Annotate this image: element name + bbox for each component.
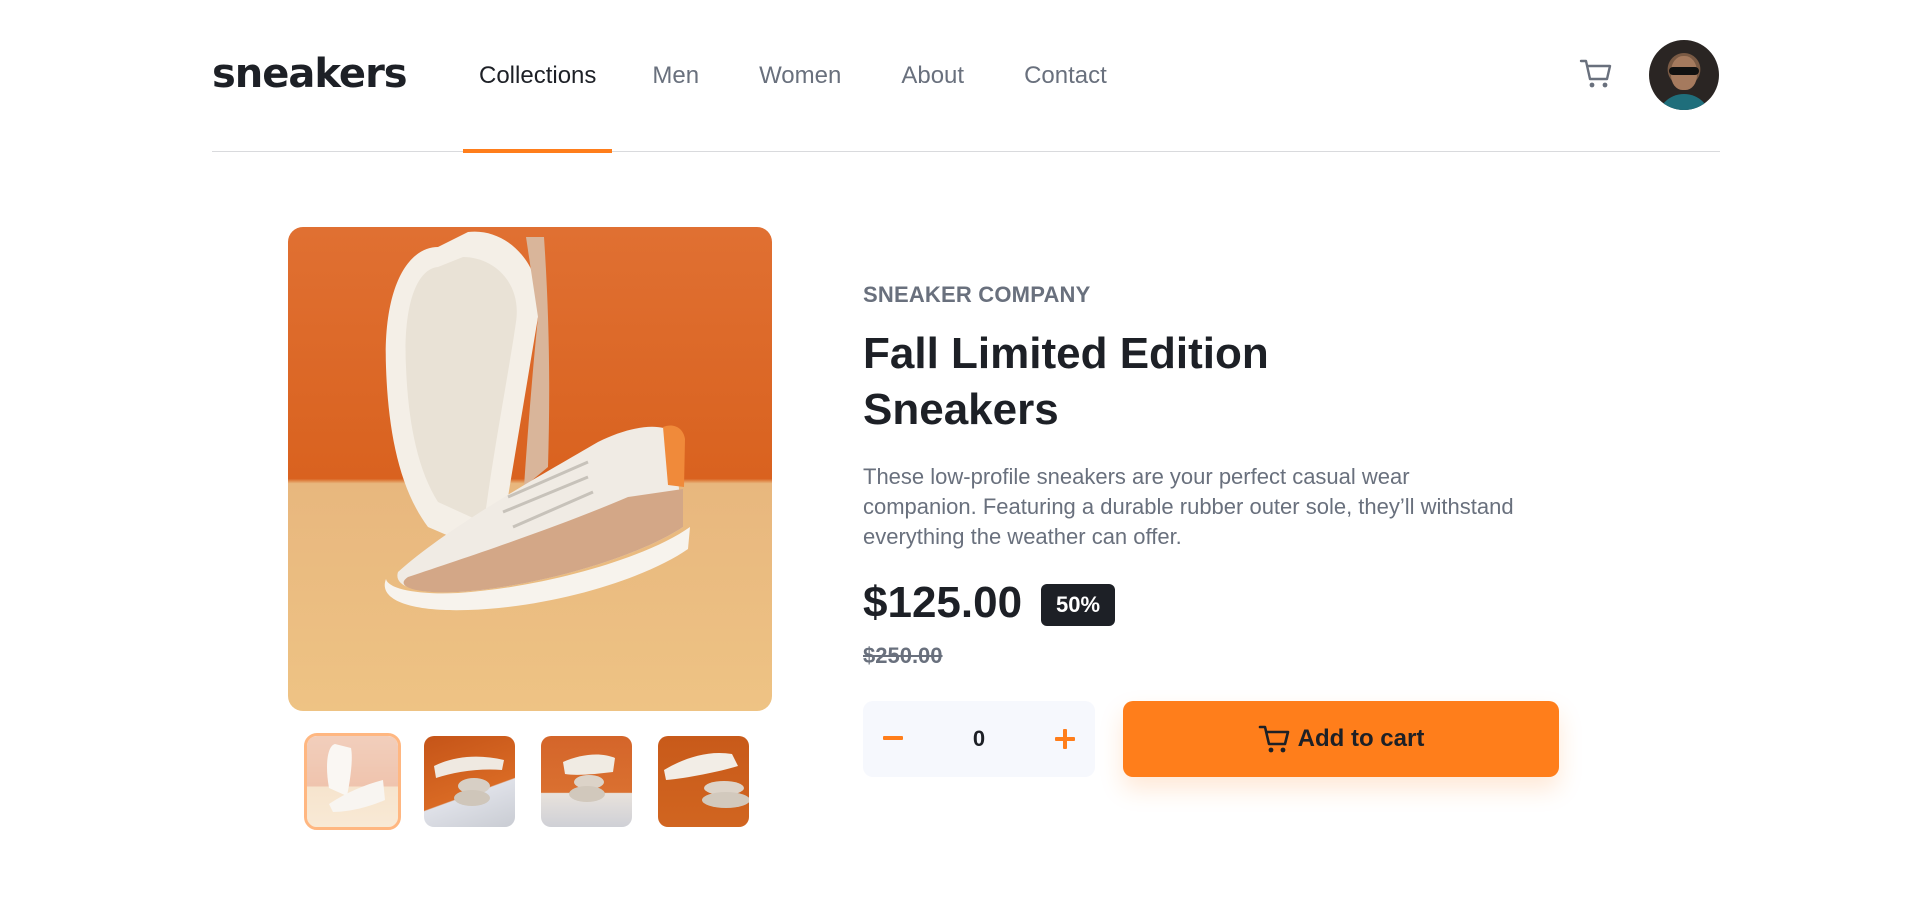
product-main-image[interactable] <box>288 227 772 711</box>
thumb-sneaker-1 <box>327 744 385 812</box>
main-nav: Collections Men Women About Contact <box>463 0 1147 153</box>
site-header: sneakers Collections Men Women About Con… <box>212 0 1720 153</box>
thumbnail-3[interactable] <box>541 736 632 827</box>
thumb-sneaker-2 <box>434 756 504 806</box>
thumbnail-4[interactable] <box>658 736 749 827</box>
discount-badge: 50% <box>1041 584 1116 626</box>
nav-collections[interactable]: Collections <box>463 0 613 153</box>
nav-contact[interactable]: Contact <box>1004 0 1127 152</box>
thumbnail-2[interactable] <box>424 736 515 827</box>
add-to-cart-button[interactable]: Add to cart <box>1123 701 1559 777</box>
thumb-sneaker-4 <box>664 752 749 808</box>
quantity-value[interactable]: 0 <box>923 701 1035 777</box>
nav-women[interactable]: Women <box>739 0 861 152</box>
cart-icon <box>1579 59 1612 88</box>
product-description: These low-profile sneakers are your perf… <box>863 464 1514 549</box>
add-to-cart-label: Add to cart <box>1297 725 1425 752</box>
thumb-sneaker-3 <box>563 754 615 802</box>
avatar[interactable] <box>1649 40 1719 110</box>
sneaker-illustration <box>384 231 690 611</box>
cart-icon <box>1258 725 1289 753</box>
product-title: Fall Limited Edition Sneakers <box>863 329 1269 434</box>
nav-about[interactable]: About <box>881 0 984 152</box>
decrease-quantity-button[interactable] <box>863 701 923 777</box>
logo[interactable]: sneakers <box>212 46 408 102</box>
minus-icon <box>883 736 903 740</box>
avatar-shirt <box>1657 94 1711 110</box>
plus-icon <box>1055 729 1075 749</box>
thumbnail-strip <box>304 733 775 830</box>
increase-quantity-button[interactable] <box>1035 701 1095 777</box>
original-price: $250.00 <box>863 643 943 668</box>
nav-men[interactable]: Men <box>632 0 719 152</box>
company-name: SNEAKER COMPANY <box>863 282 1091 307</box>
quantity-stepper: 0 <box>863 701 1095 777</box>
avatar-glasses <box>1669 67 1699 75</box>
current-price: $125.00 <box>863 578 1023 627</box>
thumbnail-1[interactable] <box>304 733 401 830</box>
cart-button[interactable] <box>1578 55 1614 91</box>
